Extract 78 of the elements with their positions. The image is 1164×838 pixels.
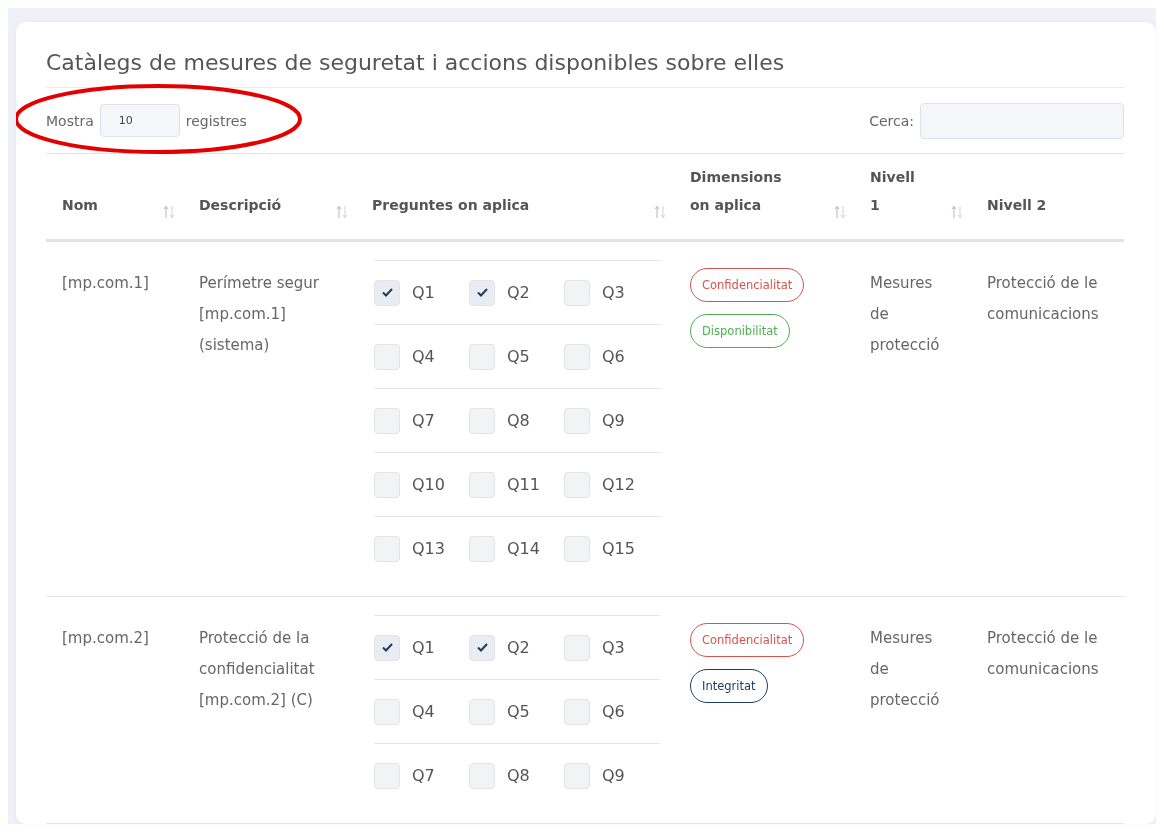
checkbox[interactable] <box>564 279 590 306</box>
sort-icon[interactable] <box>951 205 963 219</box>
checkbox[interactable] <box>469 471 495 498</box>
checkbox[interactable] <box>374 471 400 498</box>
check-icon <box>381 643 393 652</box>
checkbox[interactable] <box>374 762 400 789</box>
checkbox[interactable] <box>564 535 590 562</box>
table-cell-text: Perímetre segur [mp.com.1] (sistema) <box>198 273 320 356</box>
column-header[interactable]: Descripció <box>199 191 282 219</box>
page-title: Catàlegs de mesures de seguretat i accions disponibles sobre elles <box>46 46 1124 88</box>
question-label: Q1 <box>412 638 435 657</box>
checkbox[interactable] <box>469 698 495 725</box>
checkbox[interactable] <box>374 535 400 562</box>
checkbox[interactable] <box>374 407 400 434</box>
question-label: Q6 <box>602 702 625 721</box>
question-label: Q3 <box>602 283 625 302</box>
question-label: Q5 <box>507 347 530 366</box>
table-cell-text: Protecció de le comunicacions <box>986 628 1100 680</box>
question-label: Q8 <box>507 766 530 785</box>
length-field[interactable]: 10 <box>99 104 180 137</box>
question-label: Q4 <box>412 347 435 366</box>
question-label: Q9 <box>602 766 625 785</box>
question-label: Q10 <box>412 475 445 494</box>
column-header[interactable]: Nivell 1 <box>870 163 920 219</box>
search-label: Cerca: <box>869 112 914 129</box>
column-header[interactable]: Nom <box>62 191 98 219</box>
search-field[interactable] <box>920 102 1124 139</box>
checkbox[interactable] <box>469 535 495 562</box>
question-label: Q6 <box>602 347 625 366</box>
table-cell-text: Mesures de protecció <box>869 628 941 711</box>
question-label: Q15 <box>602 539 635 558</box>
sort-icon[interactable] <box>163 205 175 219</box>
checkbox[interactable] <box>469 343 495 370</box>
length-label: Mostra <box>46 112 94 129</box>
question-label: Q4 <box>412 702 435 721</box>
dimension-tag: Disponibilitat <box>690 314 790 348</box>
table-cell-text: Mesures de protecció <box>869 273 941 356</box>
checkbox[interactable] <box>374 343 400 370</box>
question-label: Q9 <box>602 411 625 430</box>
checkbox[interactable] <box>564 471 590 498</box>
sort-icon[interactable] <box>336 205 348 219</box>
question-label: Q11 <box>507 475 540 494</box>
question-label: Q3 <box>602 638 625 657</box>
question-label: Q13 <box>412 539 445 558</box>
checkbox[interactable] <box>564 762 590 789</box>
question-label: Q1 <box>412 283 435 302</box>
sort-icon[interactable] <box>654 205 666 219</box>
checkbox[interactable] <box>564 407 590 434</box>
table-cell-text: [mp.com.1] <box>61 273 150 294</box>
check-icon <box>381 288 393 297</box>
checkbox[interactable] <box>564 343 590 370</box>
checkbox[interactable] <box>374 634 400 661</box>
question-label: Q7 <box>412 411 435 430</box>
question-label: Q2 <box>507 283 530 302</box>
column-header[interactable]: Dimensions on aplica <box>690 163 800 219</box>
question-label: Q5 <box>507 702 530 721</box>
table-cell-text: [mp.com.2] <box>61 628 150 649</box>
column-header[interactable]: Nivell 2 <box>987 191 1047 219</box>
checkbox[interactable] <box>469 279 495 306</box>
question-label: Q8 <box>507 411 530 430</box>
table-cell-text: Protecció de la confidencialitat [mp.com.2] (C) <box>198 628 316 711</box>
checkbox[interactable] <box>564 634 590 661</box>
question-label: Q14 <box>507 539 540 558</box>
checkbox[interactable] <box>564 698 590 725</box>
sort-icon[interactable] <box>834 205 846 219</box>
checkbox[interactable] <box>374 279 400 306</box>
length-label: registres <box>185 112 247 129</box>
table-cell-text: Protecció de le comunicacions <box>986 273 1100 325</box>
checkbox[interactable] <box>469 762 495 789</box>
question-label: Q7 <box>412 766 435 785</box>
column-header[interactable]: Preguntes on aplica <box>372 191 530 219</box>
checkbox[interactable] <box>469 634 495 661</box>
checkbox[interactable] <box>469 407 495 434</box>
check-icon <box>476 288 488 297</box>
question-label: Q2 <box>507 638 530 657</box>
question-label: Q12 <box>602 475 635 494</box>
check-icon <box>476 643 488 652</box>
checkbox[interactable] <box>374 698 400 725</box>
